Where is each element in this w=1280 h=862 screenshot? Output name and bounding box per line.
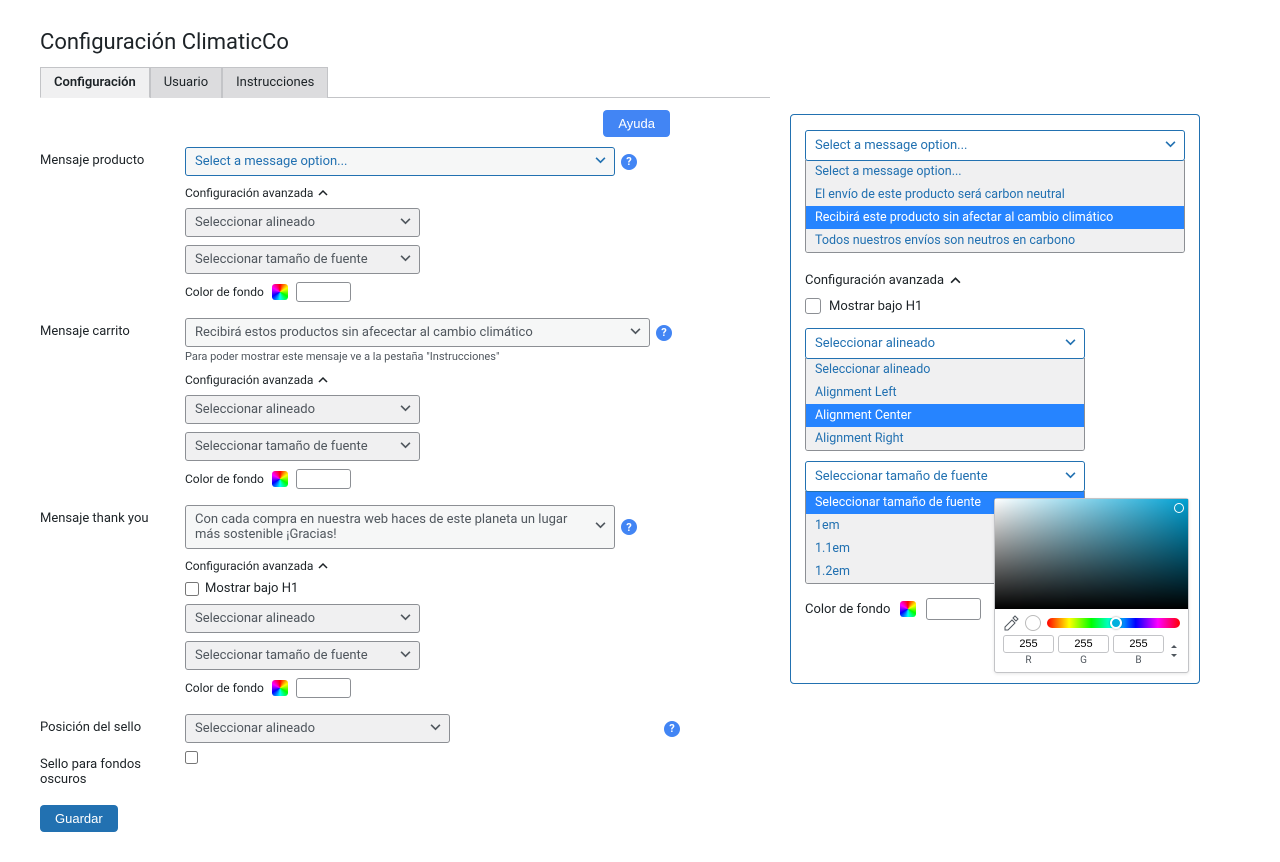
select-mensaje-producto[interactable]: Select a message option... — [185, 147, 615, 176]
input-g[interactable] — [1058, 635, 1109, 653]
select-posicion-sello[interactable]: Seleccionar alineado — [185, 714, 450, 743]
chevron-down-icon — [1165, 138, 1176, 153]
dropdown-option[interactable]: Select a message option... — [806, 160, 1184, 183]
r-select-align[interactable]: Seleccionar alineado — [805, 328, 1085, 359]
input-b[interactable] — [1113, 635, 1164, 653]
r-align-options: Seleccionar alineadoAlignment LeftAlignm… — [805, 358, 1085, 451]
chevron-up-icon — [318, 561, 328, 571]
help-icon[interactable]: ? — [621, 154, 637, 170]
label-color-fondo: Color de fondo — [185, 681, 264, 695]
chevron-down-icon — [430, 721, 441, 736]
r-advanced-config[interactable]: Configuración avanzada — [805, 273, 1185, 288]
label-posicion-sello: Posición del sello — [40, 714, 185, 735]
select-alineado-thankyou[interactable]: Seleccionar alineado — [185, 604, 420, 633]
select-mensaje-carrito[interactable]: Recibirá estos productos sin afecectar a… — [185, 318, 650, 347]
current-color-swatch — [1025, 615, 1041, 631]
tabs: Configuración Usuario Instrucciones — [40, 67, 770, 98]
chevron-down-icon — [400, 252, 411, 267]
dropdown-option[interactable]: Recibirá este producto sin afectar al ca… — [806, 206, 1184, 229]
hue-knob[interactable] — [1110, 617, 1122, 629]
label-b: B — [1113, 655, 1164, 666]
label-mensaje-carrito: Mensaje carrito — [40, 318, 185, 339]
color-picker-icon[interactable] — [272, 471, 288, 487]
save-button[interactable]: Guardar — [40, 805, 118, 832]
r-color-input[interactable] — [926, 598, 981, 620]
select-fuente-thankyou[interactable]: Seleccionar tamaño de fuente — [185, 641, 420, 670]
chevron-down-icon — [400, 439, 411, 454]
page-title: Configuración ClimaticCo — [40, 30, 770, 55]
label-g: G — [1058, 655, 1109, 666]
chevron-down-icon — [595, 520, 606, 535]
detail-panel: Select a message option... Select a mess… — [790, 114, 1200, 684]
select-mensaje-thankyou[interactable]: Con cada compra en nuestra web haces de … — [185, 505, 615, 549]
chevron-down-icon — [400, 648, 411, 663]
r-select-font[interactable]: Seleccionar tamaño de fuente — [805, 461, 1085, 492]
advanced-config-toggle[interactable]: Configuración avanzada — [185, 373, 770, 387]
chevron-down-icon — [630, 325, 641, 340]
chevron-down-icon — [595, 154, 606, 169]
help-button[interactable]: Ayuda — [603, 110, 670, 137]
color-input-thankyou[interactable] — [296, 678, 351, 698]
chevron-up-icon — [318, 188, 328, 198]
label-color-fondo: Color de fondo — [185, 285, 264, 299]
select-fuente-producto[interactable]: Seleccionar tamaño de fuente — [185, 245, 420, 274]
format-toggle-icon[interactable] — [1168, 635, 1180, 666]
label-mensaje-thankyou: Mensaje thank you — [40, 505, 185, 526]
tab-instrucciones[interactable]: Instrucciones — [222, 67, 328, 98]
dropdown-option[interactable]: Todos nuestros envíos son neutros en car… — [806, 229, 1184, 252]
r-checkbox-h1[interactable] — [805, 298, 821, 314]
eyedropper-icon[interactable] — [1003, 615, 1019, 631]
saturation-canvas[interactable] — [995, 499, 1188, 609]
color-picker-popover: R G B — [994, 498, 1189, 673]
chevron-down-icon — [400, 215, 411, 230]
tab-configuracion[interactable]: Configuración — [40, 67, 150, 98]
chevron-down-icon — [400, 402, 411, 417]
color-picker-icon[interactable] — [272, 284, 288, 300]
help-icon[interactable]: ? — [664, 721, 680, 737]
chevron-down-icon — [1065, 336, 1076, 351]
label-color-fondo: Color de fondo — [185, 472, 264, 486]
chevron-up-icon — [318, 375, 328, 385]
r-label-h1: Mostrar bajo H1 — [829, 299, 922, 314]
label-r: R — [1003, 655, 1054, 666]
label-sello-oscuro: Sello para fondos oscuros — [40, 751, 185, 787]
dropdown-option[interactable]: Alignment Center — [806, 404, 1084, 427]
hint-carrito: Para poder mostrar este mensaje ve a la … — [185, 350, 770, 363]
input-r[interactable] — [1003, 635, 1054, 653]
hue-slider[interactable] — [1047, 618, 1180, 628]
picker-handle[interactable] — [1174, 503, 1184, 513]
select-alineado-carrito[interactable]: Seleccionar alineado — [185, 395, 420, 424]
select-fuente-carrito[interactable]: Seleccionar tamaño de fuente — [185, 432, 420, 461]
dropdown-option[interactable]: Seleccionar alineado — [806, 358, 1084, 381]
label-mensaje-producto: Mensaje producto — [40, 147, 185, 168]
dropdown-option[interactable]: El envío de este producto será carbon ne… — [806, 183, 1184, 206]
chevron-up-icon — [950, 275, 961, 286]
color-picker-icon[interactable] — [900, 601, 916, 617]
r-select-message[interactable]: Select a message option... — [805, 130, 1185, 161]
color-picker-icon[interactable] — [272, 680, 288, 696]
chevron-down-icon — [400, 611, 411, 626]
r-label-color: Color de fondo — [805, 602, 890, 617]
select-value: Select a message option... — [195, 154, 347, 169]
checkbox-sello-oscuro[interactable] — [185, 751, 198, 764]
r-message-options: Select a message option...El envío de es… — [805, 160, 1185, 253]
dropdown-option[interactable]: Alignment Right — [806, 427, 1084, 450]
color-input-producto[interactable] — [296, 282, 351, 302]
help-icon[interactable]: ? — [621, 519, 637, 535]
color-input-carrito[interactable] — [296, 469, 351, 489]
chevron-down-icon — [1065, 469, 1076, 484]
advanced-config-toggle[interactable]: Configuración avanzada — [185, 559, 770, 573]
checkbox-mostrar-h1[interactable] — [185, 582, 199, 596]
help-icon[interactable]: ? — [656, 325, 672, 341]
select-alineado-producto[interactable]: Seleccionar alineado — [185, 208, 420, 237]
label-mostrar-h1: Mostrar bajo H1 — [205, 581, 298, 596]
tab-usuario[interactable]: Usuario — [150, 67, 222, 98]
advanced-config-toggle[interactable]: Configuración avanzada — [185, 186, 770, 200]
dropdown-option[interactable]: Alignment Left — [806, 381, 1084, 404]
